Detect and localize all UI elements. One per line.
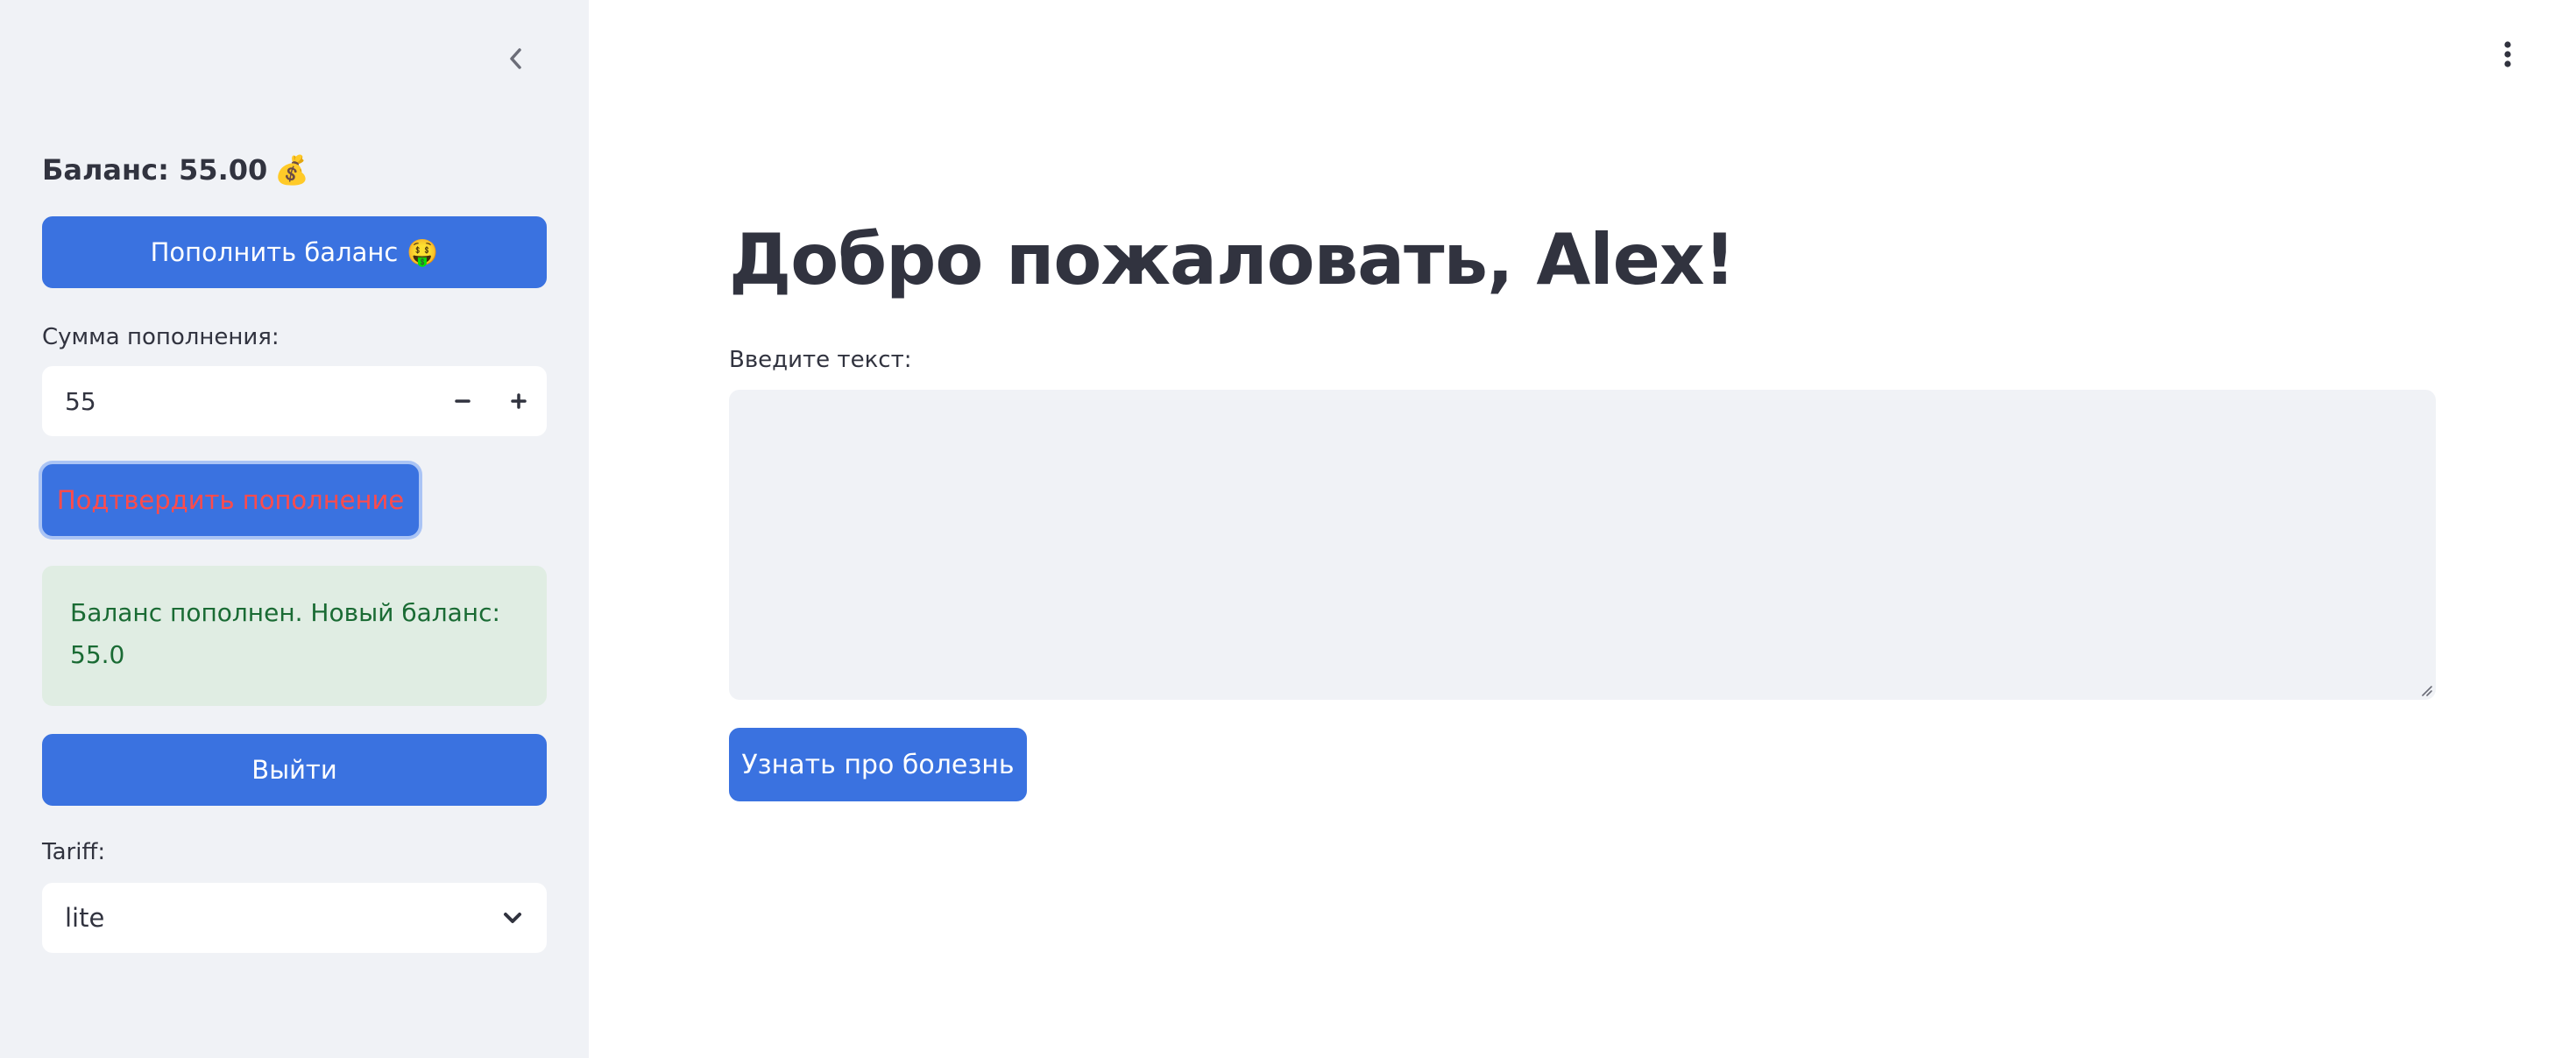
learn-disease-button[interactable]: Узнать про болезнь xyxy=(729,728,1027,801)
chevron-down-icon xyxy=(504,913,521,923)
balance-heading: Баланс: 55.00 💰 xyxy=(42,149,309,191)
success-alert: Баланс пополнен. Новый баланс: 55.0 xyxy=(42,566,547,706)
success-message: Баланс пополнен. Новый баланс: 55.0 xyxy=(70,598,500,669)
plus-icon xyxy=(511,393,527,409)
balance-text: Баланс: 55.00 xyxy=(42,153,268,187)
tariff-select[interactable]: lite xyxy=(42,883,547,953)
amount-label: Сумма пополнения: xyxy=(42,324,280,350)
increment-button[interactable] xyxy=(491,366,547,436)
resize-handle-icon[interactable] xyxy=(2418,682,2432,696)
topup-balance-button[interactable]: Пополнить баланс 🤑 xyxy=(42,216,547,288)
collapse-sidebar-button[interactable] xyxy=(498,40,534,77)
tariff-selected-value: lite xyxy=(65,903,105,933)
amount-stepper: 55 xyxy=(42,366,547,436)
text-input-label: Введите текст: xyxy=(729,347,912,373)
logout-button[interactable]: Выйти xyxy=(42,734,547,806)
minus-icon xyxy=(455,399,471,403)
vertical-ellipsis-icon xyxy=(2504,41,2511,67)
main-menu-button[interactable] xyxy=(2488,35,2527,74)
money-face-icon: 🤑 xyxy=(407,236,439,267)
tariff-label: Tariff: xyxy=(42,839,106,865)
amount-input[interactable]: 55 xyxy=(42,387,435,416)
money-bag-icon: 💰 xyxy=(274,153,310,187)
sidebar: Баланс: 55.00 💰 Пополнить баланс 🤑 Сумма… xyxy=(0,0,589,1058)
page-title: Добро пожаловать, Alex! xyxy=(729,219,1736,300)
chevron-left-icon xyxy=(510,48,521,69)
topup-button-label: Пополнить баланс xyxy=(150,237,399,267)
decrement-button[interactable] xyxy=(435,366,491,436)
app-root: Баланс: 55.00 💰 Пополнить баланс 🤑 Сумма… xyxy=(0,0,2576,1058)
text-input[interactable] xyxy=(729,390,2436,700)
confirm-topup-button[interactable]: Подтвердить пополнение xyxy=(42,464,419,536)
